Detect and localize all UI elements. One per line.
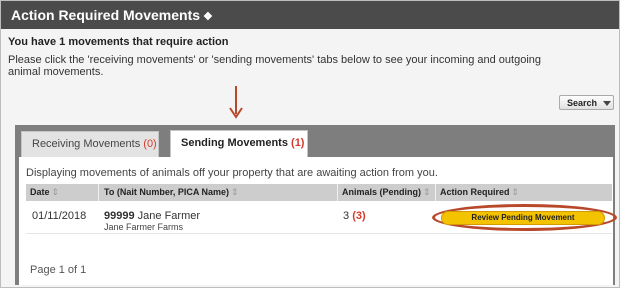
tab-receiving-movements[interactable]: Receiving Movements (0) — [21, 131, 159, 157]
search-button[interactable]: Search — [559, 95, 614, 110]
pagination-info: Page 1 of 1 — [30, 264, 87, 276]
nait-number: 99999 — [104, 210, 135, 222]
column-divider — [98, 184, 99, 201]
search-button-label: Search — [567, 98, 598, 108]
recipient-name: Jane Farmer — [137, 210, 201, 222]
table-caption: Displaying movements of animals off your… — [26, 167, 438, 179]
column-header-to[interactable]: To (Nait Number, PICA Name) ⇕ — [104, 184, 239, 201]
info-icon[interactable]: ❖ — [203, 11, 213, 23]
instructions-text: Please click the 'receiving movements' o… — [8, 54, 542, 78]
row-recipient: 99999 Jane Farmer — [104, 210, 200, 222]
tab-count: (0) — [143, 138, 157, 150]
sort-icon: ⇕ — [51, 187, 60, 197]
farm-name: Jane Farmer Farms — [104, 222, 184, 232]
tab-label: Receiving Movements — [32, 138, 141, 150]
action-count-headline: You have 1 movements that require action — [8, 36, 229, 48]
sort-icon: ⇕ — [511, 187, 520, 197]
column-header-date[interactable]: Date ⇕ — [30, 184, 59, 201]
sort-icon: ⇕ — [231, 187, 239, 197]
animal-count: 3 — [343, 210, 350, 222]
pending-count: (3) — [352, 210, 366, 222]
tab-sending-movements[interactable]: Sending Movements (1) — [170, 130, 308, 158]
down-arrow-icon — [229, 86, 243, 119]
column-header-animals[interactable]: Animals (Pending) ⇕ — [342, 184, 431, 201]
chevron-down-icon — [603, 101, 612, 107]
panel-title-bar: Action Required Movements ❖ — [1, 1, 619, 29]
tab-label: Sending Movements — [181, 137, 288, 149]
sort-icon: ⇕ — [423, 187, 431, 197]
review-pending-movement-button[interactable]: Review Pending Movement — [441, 211, 605, 225]
column-divider — [337, 184, 338, 201]
row-date: 01/11/2018 — [32, 210, 87, 222]
panel-title: Action Required Movements — [11, 7, 201, 23]
column-divider — [435, 184, 436, 201]
tab-count: (1) — [291, 137, 305, 149]
column-header-action[interactable]: Action Required ⇕ — [440, 184, 519, 201]
row-animals: 3 (3) — [343, 210, 366, 222]
